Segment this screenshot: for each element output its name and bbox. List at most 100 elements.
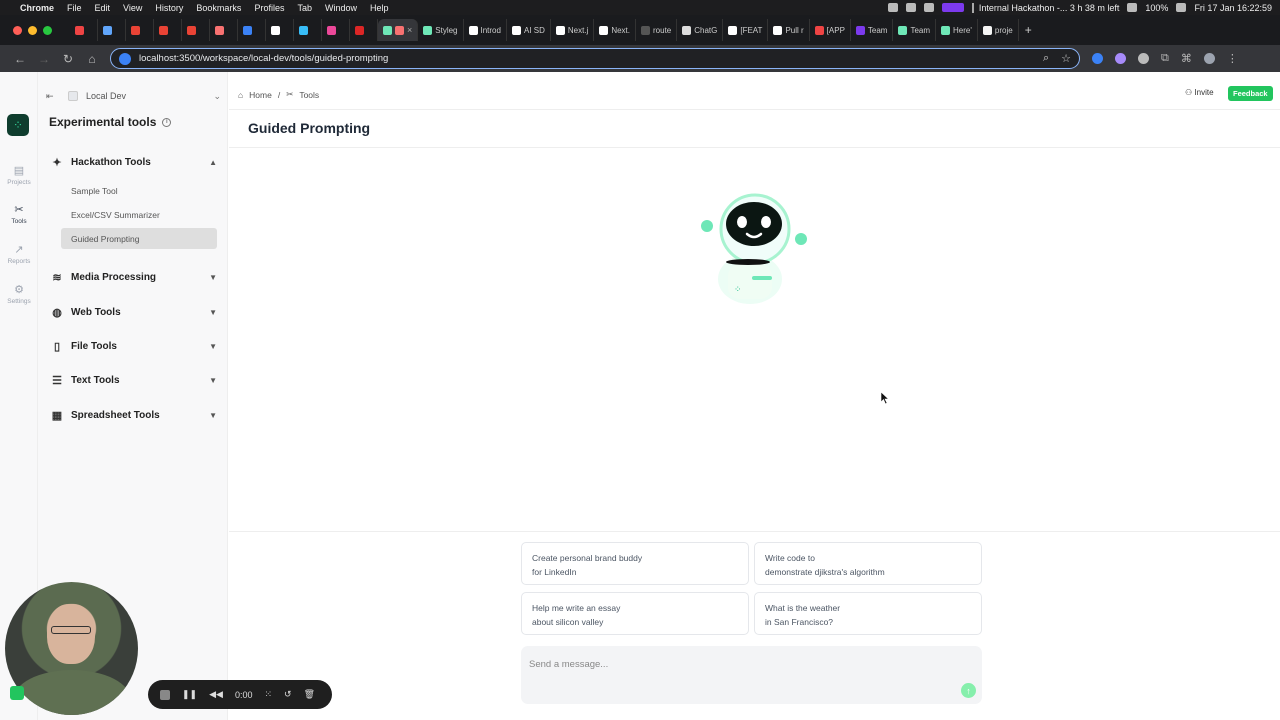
browser-tab[interactable]: proje (978, 19, 1019, 41)
profile-avatar[interactable] (1203, 53, 1215, 64)
browser-tab[interactable] (350, 19, 378, 41)
collapse-sidebar-icon[interactable]: ⇤ (46, 91, 62, 102)
url-text[interactable]: localhost:3500/workspace/local-dev/tools… (139, 53, 388, 64)
browser-tab[interactable] (70, 19, 98, 41)
browser-tab[interactable]: Next. (594, 19, 636, 41)
browser-tab-active[interactable]: × (378, 19, 419, 41)
browser-tab[interactable] (266, 19, 294, 41)
restart-icon[interactable]: ↺ (284, 689, 292, 700)
zoom-icon[interactable]: ⌕ (1043, 52, 1049, 65)
message-input[interactable] (529, 659, 929, 670)
menu-view[interactable]: View (123, 3, 142, 13)
menu-window[interactable]: Window (325, 3, 357, 13)
app-logo[interactable]: ⁘ (7, 114, 29, 136)
browser-tab[interactable]: AI SD (507, 19, 551, 41)
battery-icon[interactable] (1176, 3, 1187, 12)
menu-history[interactable]: History (155, 3, 183, 13)
forward-icon[interactable]: → (32, 52, 56, 66)
status-icon[interactable] (923, 3, 934, 12)
send-button[interactable]: ↑ (961, 683, 976, 698)
extension-icon[interactable] (1092, 53, 1103, 64)
browser-tab[interactable]: [FEAT (723, 19, 769, 41)
breadcrumb-home[interactable]: Home (249, 90, 272, 100)
trash-icon[interactable]: 🗑 (304, 689, 315, 700)
sidebar-item-sample-tool[interactable]: Sample Tool (61, 180, 217, 201)
extension-icon[interactable] (1138, 53, 1149, 64)
invite-button[interactable]: ⚇ Invite (1185, 88, 1214, 97)
suggestion-card[interactable]: What is the weather in San Francisco? (754, 592, 982, 635)
screen-record-icon[interactable] (941, 3, 964, 12)
menu-edit[interactable]: Edit (95, 3, 111, 13)
browser-tab[interactable]: Team (851, 19, 894, 41)
close-tab-icon[interactable]: × (407, 25, 412, 35)
browser-tab[interactable]: [APP (810, 19, 851, 41)
browser-tab[interactable] (154, 19, 182, 41)
recorder-avatar-icon[interactable] (10, 686, 24, 700)
reload-icon[interactable]: ↻ (56, 52, 80, 66)
browser-tab[interactable] (210, 19, 238, 41)
suggestion-card[interactable]: Write code to demonstrate djikstra's alg… (754, 542, 982, 585)
webcam-bubble[interactable] (5, 582, 138, 715)
battery-level[interactable]: 100% (1145, 3, 1168, 13)
rail-reports[interactable]: ↗ Reports (0, 243, 38, 265)
menu-help[interactable]: Help (370, 3, 389, 13)
info-icon[interactable]: i (162, 117, 172, 127)
browser-tab[interactable]: Next.j (551, 19, 595, 41)
rail-tools[interactable]: ✂ Tools (0, 203, 38, 225)
browser-tab[interactable] (126, 19, 154, 41)
menu-bookmarks[interactable]: Bookmarks (196, 3, 241, 13)
pause-icon[interactable]: ❚❚ (182, 689, 197, 700)
rail-settings[interactable]: ⚙ Settings (0, 283, 38, 305)
status-icon[interactable] (887, 3, 898, 12)
group-media-processing[interactable]: ≋ Media Processing ▼ (50, 268, 217, 286)
site-info-icon[interactable] (119, 52, 131, 65)
stop-recording-button[interactable] (160, 689, 170, 700)
browser-tab[interactable]: Team (893, 19, 937, 41)
browser-tab[interactable]: Introd (464, 19, 507, 41)
browser-tab[interactable] (98, 19, 126, 41)
extension-icon[interactable]: ⌘ (1181, 52, 1192, 65)
breadcrumb-current[interactable]: Tools (299, 90, 319, 100)
new-tab-button[interactable]: + (1025, 23, 1032, 37)
suggestion-card[interactable]: Create personal brand buddy for LinkedIn (521, 542, 749, 585)
home-icon[interactable]: ⌂ (80, 52, 104, 66)
back-icon[interactable]: ← (8, 52, 32, 66)
group-hackathon-tools[interactable]: ✦ Hackathon Tools ▲ (50, 153, 217, 171)
browser-tab[interactable] (182, 19, 210, 41)
rewind-icon[interactable]: ◀◀ (209, 689, 223, 700)
group-web-tools[interactable]: ◍ Web Tools ▼ (50, 303, 217, 321)
grip-icon[interactable]: ⁙ (264, 689, 272, 700)
browser-tab[interactable]: Styleg (418, 19, 464, 41)
close-window-button[interactable] (13, 25, 22, 35)
group-file-tools[interactable]: ▯ File Tools ▼ (50, 337, 217, 355)
extension-icon[interactable] (1115, 53, 1126, 64)
suggestion-card[interactable]: Help me write an essay about silicon val… (521, 592, 749, 635)
browser-tab[interactable] (322, 19, 350, 41)
status-icon[interactable] (905, 3, 916, 12)
home-icon[interactable]: ⌂ (238, 90, 243, 100)
feedback-button[interactable]: Feedback (1228, 86, 1273, 101)
browser-tab[interactable] (294, 19, 322, 41)
wifi-icon[interactable] (1127, 3, 1138, 12)
menu-file[interactable]: File (67, 3, 82, 13)
browser-tab[interactable]: ChatG (677, 19, 724, 41)
address-bar[interactable]: localhost:3500/workspace/local-dev/tools… (110, 48, 1080, 69)
clock[interactable]: Fri 17 Jan 16:22:59 (1194, 3, 1272, 13)
browser-tab[interactable]: Here' (936, 19, 978, 41)
menu-app-name[interactable]: Chrome (20, 3, 54, 13)
browser-tab[interactable]: Pull r (768, 19, 810, 41)
group-spreadsheet-tools[interactable]: ▦ Spreadsheet Tools ▼ (50, 406, 217, 424)
browser-tab[interactable] (238, 19, 266, 41)
browser-tab[interactable]: route (636, 19, 678, 41)
zoom-window-button[interactable] (43, 25, 52, 35)
hackathon-countdown[interactable]: Internal Hackathon -... 3 h 38 m left (971, 2, 1119, 13)
sidebar-item-excel-csv-summarizer[interactable]: Excel/CSV Summarizer (61, 204, 217, 225)
menu-kebab-icon[interactable]: ⋮ (1227, 52, 1238, 65)
menu-profiles[interactable]: Profiles (254, 3, 284, 13)
puzzle-icon[interactable]: ⧉ (1161, 52, 1169, 65)
sidebar-item-guided-prompting[interactable]: Guided Prompting (61, 228, 217, 249)
menu-tab[interactable]: Tab (297, 3, 312, 13)
group-text-tools[interactable]: ☰ Text Tools ▼ (50, 371, 217, 389)
rail-projects[interactable]: ▤ Projects (0, 164, 38, 186)
minimize-window-button[interactable] (28, 25, 37, 35)
